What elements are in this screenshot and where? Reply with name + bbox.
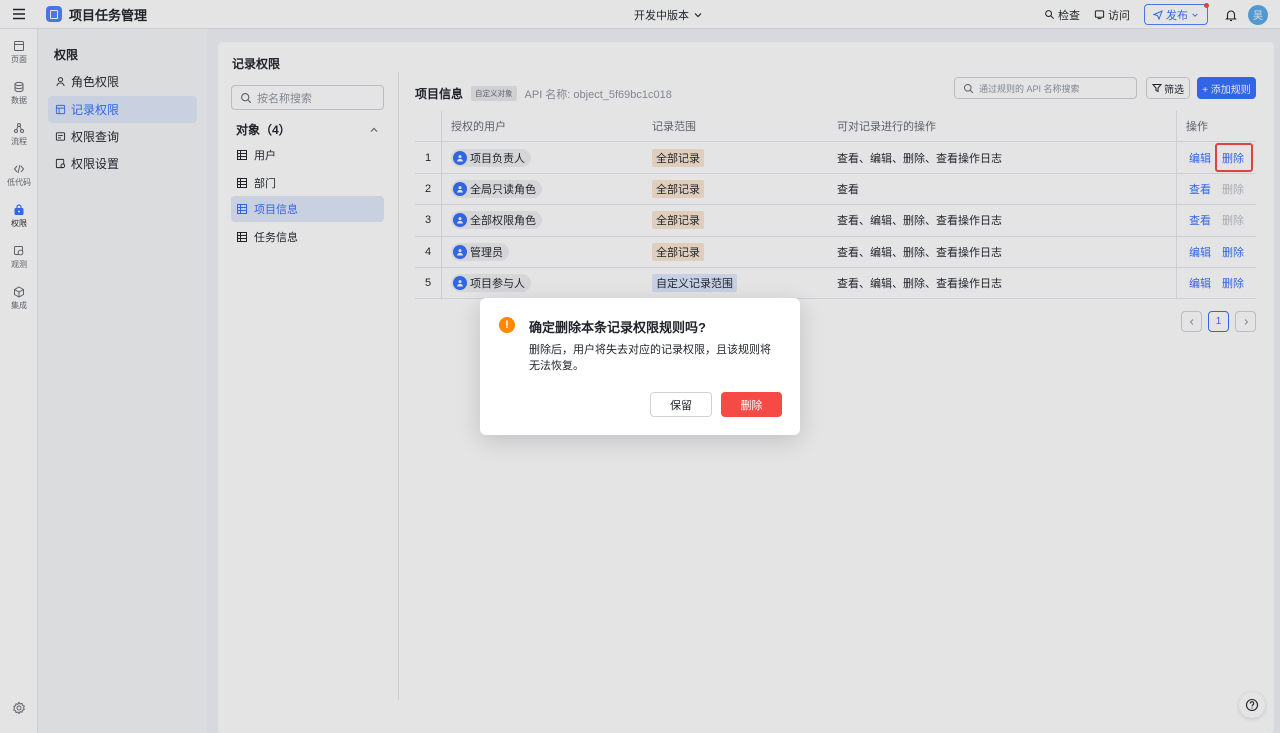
confirm-delete-dialog: ! 确定删除本条记录权限规则吗? 删除后，用户将失去对应的记录权限，且该规则将无… — [480, 298, 800, 435]
warning-icon: ! — [499, 317, 515, 333]
dialog-message: 删除后，用户将失去对应的记录权限，且该规则将无法恢复。 — [529, 344, 771, 372]
dialog-title: 确定删除本条记录权限规则吗? — [529, 320, 706, 335]
confirm-delete-button[interactable]: 删除 — [721, 392, 782, 417]
keep-button[interactable]: 保留 — [650, 392, 712, 417]
